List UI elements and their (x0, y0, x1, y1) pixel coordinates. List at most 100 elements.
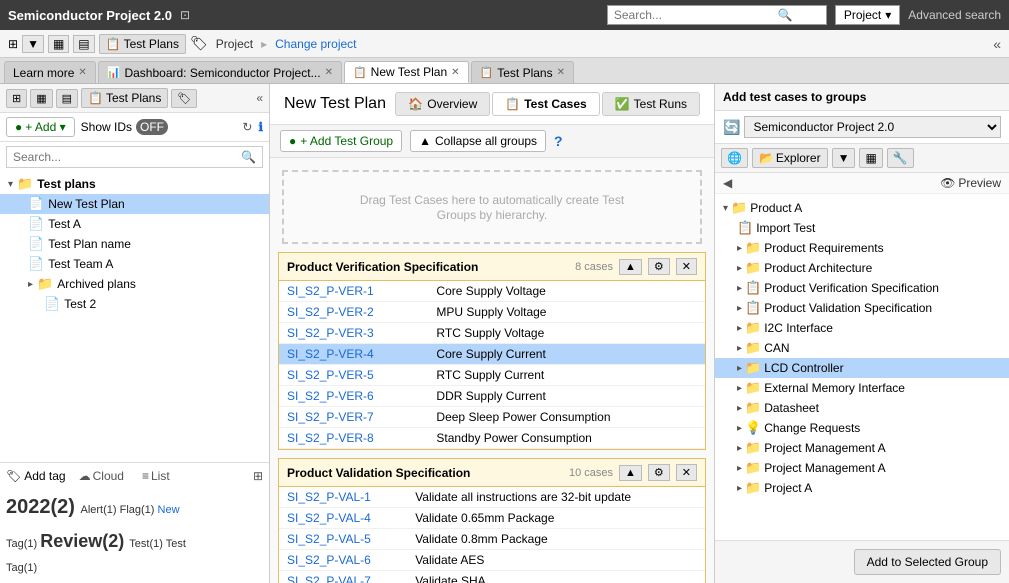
table-row[interactable]: SI_S2_P-VER-6 DDR Supply Current (279, 386, 705, 407)
right-tree-item[interactable]: ▸ 📁 External Memory Interface (715, 378, 1009, 398)
table-row[interactable]: SI_S2_P-VAL-5 Validate 0.8mm Package (279, 529, 705, 550)
table-row[interactable]: SI_S2_P-VAL-7 Validate SHA (279, 571, 705, 583)
add-to-selected-group-btn[interactable]: Add to Selected Group (854, 549, 1001, 575)
case-id[interactable]: SI_S2_P-VAL-6 (279, 550, 407, 571)
sidebar-collapse-btn[interactable]: « (256, 91, 263, 105)
info-icon[interactable]: ℹ (258, 120, 263, 134)
view-list-btn[interactable]: ≡ List (137, 467, 175, 485)
tag-flag[interactable]: Flag(1) (120, 504, 158, 516)
add-button[interactable]: ● + Add ▾ (6, 117, 75, 137)
table-row[interactable]: SI_S2_P-VER-8 Standby Power Consumption (279, 428, 705, 449)
table-row[interactable]: SI_S2_P-VER-4 Core Supply Current (279, 344, 705, 365)
collapse-all-btn[interactable]: ▲ Collapse all groups (410, 130, 546, 152)
collapse-icon[interactable]: ▲ (619, 465, 642, 481)
tag-tag1[interactable]: Tag(1) (6, 538, 40, 550)
right-tree-item[interactable]: ▸ 💡 Change Requests (715, 418, 1009, 438)
table-row[interactable]: SI_S2_P-VER-3 RTC Supply Voltage (279, 323, 705, 344)
tree-group[interactable]: ▸ 📁 Archived plans (0, 274, 269, 294)
search-input[interactable] (614, 8, 774, 22)
right-tree-item[interactable]: ▸ 📁 Project Management A (715, 438, 1009, 458)
case-id[interactable]: SI_S2_P-VER-1 (279, 281, 428, 302)
right-tree-item[interactable]: ▸ 📁 Datasheet (715, 398, 1009, 418)
collapse-sidebar-btn[interactable]: « (993, 36, 1001, 52)
tree-item[interactable]: 📄 New Test Plan (0, 194, 269, 214)
settings-icon[interactable]: ⚙ (648, 258, 670, 275)
show-ids-toggle[interactable]: Show IDs OFF (81, 119, 168, 135)
tag-2022[interactable]: 2022(2) (6, 496, 81, 518)
table-row[interactable]: SI_S2_P-VAL-4 Validate 0.65mm Package (279, 508, 705, 529)
right-tree-item[interactable]: ▸ 📁 Project A (715, 478, 1009, 498)
toggle-switch[interactable]: OFF (136, 119, 168, 135)
test-plans-btn[interactable]: 📋 Test Plans (99, 34, 186, 54)
table-row[interactable]: SI_S2_P-VER-1 Core Supply Voltage (279, 281, 705, 302)
tree-item[interactable]: 📄 Test 2 (0, 294, 269, 314)
toolbar-grid-btn[interactable]: ▦ (48, 35, 69, 53)
tag-new[interactable]: New (158, 504, 180, 516)
settings-icon[interactable]: ⚙ (648, 464, 670, 481)
grid-icon[interactable]: ⊞ (253, 469, 263, 483)
right-tree-item[interactable]: 📋 Import Test (715, 218, 1009, 238)
tree-root[interactable]: ▾ 📁 Test plans (0, 174, 269, 194)
tag-review[interactable]: Review(2) (40, 531, 129, 551)
back-icon[interactable]: ◀ (723, 176, 732, 190)
tag-tag2[interactable]: Tag(1) (6, 562, 37, 574)
tab-dashboard[interactable]: 📊 Dashboard: Semiconductor Project... ✕ (98, 61, 342, 83)
right-tree-item[interactable]: ▸ 📋 Product Validation Specification (715, 298, 1009, 318)
case-id[interactable]: SI_S2_P-VAL-4 (279, 508, 407, 529)
sidebar-filter-icon[interactable]: ⊞ (6, 89, 27, 108)
table-row[interactable]: SI_S2_P-VAL-6 Validate AES (279, 550, 705, 571)
right-tree-item[interactable]: ▾ 📁 Product A (715, 198, 1009, 218)
close-icon[interactable]: ✕ (676, 464, 697, 481)
tab-learn-more[interactable]: Learn more ✕ (4, 61, 96, 83)
refresh-icon[interactable]: ↻ (242, 120, 252, 134)
add-test-group-btn[interactable]: ● + Add Test Group (280, 130, 402, 152)
right-tool-btn[interactable]: 🔧 (887, 148, 914, 168)
toolbar-list-btn[interactable]: ▤ (73, 35, 94, 53)
right-filter-btn[interactable]: ▼ (832, 148, 856, 168)
sidebar-list-btn[interactable]: ▤ (56, 89, 78, 108)
tag-test1[interactable]: Test(1) (129, 538, 165, 550)
case-id[interactable]: SI_S2_P-VAL-1 (279, 487, 407, 508)
close-icon[interactable]: ✕ (325, 67, 333, 78)
tag-alert[interactable]: Alert(1) (81, 504, 120, 516)
tab-test-cases[interactable]: 📋 Test Cases (492, 92, 599, 116)
help-icon[interactable]: ? (554, 133, 563, 149)
table-row[interactable]: SI_S2_P-VER-7 Deep Sleep Power Consumpti… (279, 407, 705, 428)
case-id[interactable]: SI_S2_P-VAL-5 (279, 529, 407, 550)
sidebar-test-plans-btn[interactable]: 📋 Test Plans (81, 88, 168, 108)
change-project-btn[interactable]: Change project (271, 37, 360, 51)
tree-item[interactable]: 📄 Test Team A (0, 254, 269, 274)
sidebar-grid-btn[interactable]: ▦ (30, 89, 52, 108)
project-menu[interactable]: Project (212, 37, 257, 51)
collapse-icon[interactable]: ▲ (619, 259, 642, 275)
project-dropdown[interactable]: Semiconductor Project 2.0 (744, 116, 1001, 138)
right-tree-item[interactable]: ▸ 📁 Product Requirements (715, 238, 1009, 258)
case-id[interactable]: SI_S2_P-VER-4 (279, 344, 428, 365)
table-row[interactable]: SI_S2_P-VAL-1 Validate all instructions … (279, 487, 705, 508)
right-tree-item[interactable]: ▸ 📁 I2C Interface (715, 318, 1009, 338)
right-tree-item[interactable]: ▸ 📁 LCD Controller (715, 358, 1009, 378)
view-cloud-btn[interactable]: ☁ Cloud (74, 467, 129, 485)
right-grid-btn[interactable]: ▦ (859, 148, 882, 168)
preview-btn[interactable]: 👁 Preview (940, 176, 1001, 190)
right-tree-item[interactable]: ▸ 📋 Product Verification Specification (715, 278, 1009, 298)
right-tree-item[interactable]: ▸ 📁 Project Management A (715, 458, 1009, 478)
close-icon[interactable]: ✕ (557, 67, 565, 78)
case-id[interactable]: SI_S2_P-VER-8 (279, 428, 428, 449)
table-row[interactable]: SI_S2_P-VER-5 RTC Supply Current (279, 365, 705, 386)
case-id[interactable]: SI_S2_P-VER-7 (279, 407, 428, 428)
tab-overview[interactable]: 🏠 Overview (395, 92, 490, 116)
toolbar-filter-btn[interactable]: ▼ (22, 35, 44, 53)
close-icon[interactable]: ✕ (451, 67, 459, 78)
case-id[interactable]: SI_S2_P-VER-2 (279, 302, 428, 323)
sidebar-tag-btn[interactable]: 🏷 (171, 89, 197, 108)
right-tree-item[interactable]: ▸ 📁 CAN (715, 338, 1009, 358)
case-id[interactable]: SI_S2_P-VER-3 (279, 323, 428, 344)
case-id[interactable]: SI_S2_P-VAL-7 (279, 571, 407, 583)
tab-test-runs[interactable]: ✅ Test Runs (602, 92, 700, 116)
advanced-search-link[interactable]: Advanced search (908, 8, 1001, 22)
tree-item[interactable]: 📄 Test Plan name (0, 234, 269, 254)
close-icon[interactable]: ✕ (676, 258, 697, 275)
tree-item[interactable]: 📄 Test A (0, 214, 269, 234)
case-id[interactable]: SI_S2_P-VER-6 (279, 386, 428, 407)
